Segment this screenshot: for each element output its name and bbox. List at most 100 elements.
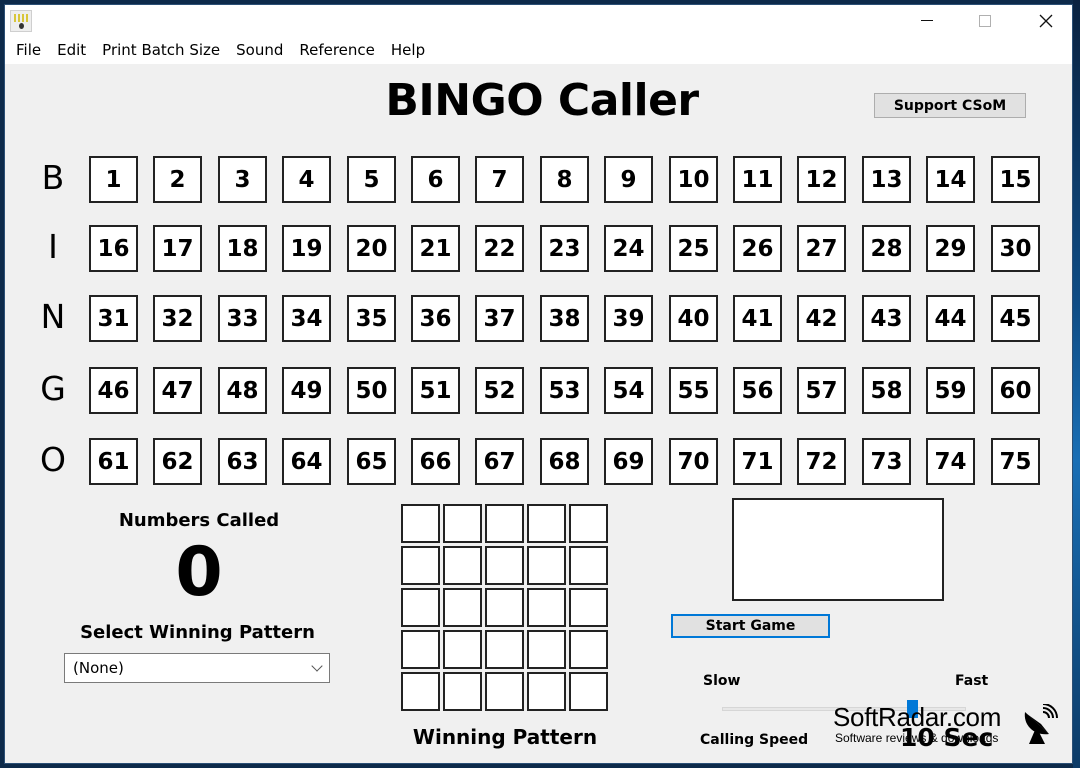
pattern-cell[interactable]	[485, 504, 524, 543]
pattern-cell[interactable]	[527, 546, 566, 585]
number-cell[interactable]: 60	[991, 367, 1040, 414]
number-cell[interactable]: 16	[89, 225, 138, 272]
number-cell[interactable]: 3	[218, 156, 267, 203]
number-cell[interactable]: 20	[347, 225, 396, 272]
pattern-cell[interactable]	[401, 588, 440, 627]
start-game-button[interactable]: Start Game	[671, 614, 830, 638]
support-button[interactable]: Support CSoM	[874, 93, 1026, 118]
number-cell[interactable]: 31	[89, 295, 138, 342]
number-cell[interactable]: 39	[604, 295, 653, 342]
number-cell[interactable]: 62	[153, 438, 202, 485]
number-cell[interactable]: 13	[862, 156, 911, 203]
number-cell[interactable]: 21	[411, 225, 460, 272]
number-cell[interactable]: 15	[991, 156, 1040, 203]
number-cell[interactable]: 14	[926, 156, 975, 203]
number-cell[interactable]: 42	[797, 295, 846, 342]
number-cell[interactable]: 32	[153, 295, 202, 342]
pattern-cell[interactable]	[527, 504, 566, 543]
menu-edit[interactable]: Edit	[49, 39, 94, 61]
number-cell[interactable]: 1	[89, 156, 138, 203]
number-cell[interactable]: 22	[475, 225, 524, 272]
number-cell[interactable]: 48	[218, 367, 267, 414]
pattern-cell[interactable]	[527, 630, 566, 669]
calling-speed-slider[interactable]	[722, 700, 966, 720]
number-cell[interactable]: 69	[604, 438, 653, 485]
number-cell[interactable]: 33	[218, 295, 267, 342]
number-cell[interactable]: 10	[669, 156, 718, 203]
minimize-button[interactable]	[904, 5, 950, 36]
number-cell[interactable]: 40	[669, 295, 718, 342]
slider-track[interactable]	[722, 707, 966, 711]
menu-print-batch-size[interactable]: Print Batch Size	[94, 39, 228, 61]
maximize-button[interactable]	[962, 5, 1008, 36]
number-cell[interactable]: 65	[347, 438, 396, 485]
number-cell[interactable]: 47	[153, 367, 202, 414]
pattern-cell[interactable]	[401, 630, 440, 669]
pattern-cell[interactable]	[401, 546, 440, 585]
number-cell[interactable]: 45	[991, 295, 1040, 342]
number-cell[interactable]: 51	[411, 367, 460, 414]
pattern-cell[interactable]	[569, 672, 608, 711]
number-cell[interactable]: 19	[282, 225, 331, 272]
pattern-cell[interactable]	[569, 546, 608, 585]
number-cell[interactable]: 12	[797, 156, 846, 203]
number-cell[interactable]: 71	[733, 438, 782, 485]
menu-reference[interactable]: Reference	[291, 39, 383, 61]
number-cell[interactable]: 18	[218, 225, 267, 272]
number-cell[interactable]: 28	[862, 225, 911, 272]
pattern-cell[interactable]	[443, 588, 482, 627]
pattern-cell[interactable]	[569, 630, 608, 669]
number-cell[interactable]: 55	[669, 367, 718, 414]
number-cell[interactable]: 68	[540, 438, 589, 485]
number-cell[interactable]: 23	[540, 225, 589, 272]
number-cell[interactable]: 4	[282, 156, 331, 203]
number-cell[interactable]: 50	[347, 367, 396, 414]
number-cell[interactable]: 24	[604, 225, 653, 272]
close-button[interactable]	[1023, 5, 1069, 36]
menu-file[interactable]: File	[8, 39, 49, 61]
pattern-cell[interactable]	[443, 504, 482, 543]
pattern-cell[interactable]	[527, 588, 566, 627]
number-cell[interactable]: 9	[604, 156, 653, 203]
number-cell[interactable]: 29	[926, 225, 975, 272]
pattern-cell[interactable]	[485, 630, 524, 669]
number-cell[interactable]: 53	[540, 367, 589, 414]
number-cell[interactable]: 66	[411, 438, 460, 485]
number-cell[interactable]: 44	[926, 295, 975, 342]
number-cell[interactable]: 72	[797, 438, 846, 485]
slider-thumb[interactable]	[907, 700, 919, 718]
number-cell[interactable]: 74	[926, 438, 975, 485]
number-cell[interactable]: 58	[862, 367, 911, 414]
number-cell[interactable]: 57	[797, 367, 846, 414]
pattern-cell[interactable]	[443, 630, 482, 669]
number-cell[interactable]: 8	[540, 156, 589, 203]
number-cell[interactable]: 64	[282, 438, 331, 485]
number-cell[interactable]: 5	[347, 156, 396, 203]
pattern-cell[interactable]	[485, 546, 524, 585]
number-cell[interactable]: 43	[862, 295, 911, 342]
number-cell[interactable]: 54	[604, 367, 653, 414]
number-cell[interactable]: 2	[153, 156, 202, 203]
number-cell[interactable]: 61	[89, 438, 138, 485]
pattern-cell[interactable]	[443, 672, 482, 711]
number-cell[interactable]: 70	[669, 438, 718, 485]
pattern-cell[interactable]	[485, 672, 524, 711]
pattern-cell[interactable]	[401, 504, 440, 543]
pattern-cell[interactable]	[569, 504, 608, 543]
number-cell[interactable]: 37	[475, 295, 524, 342]
number-cell[interactable]: 36	[411, 295, 460, 342]
pattern-cell[interactable]	[527, 672, 566, 711]
number-cell[interactable]: 46	[89, 367, 138, 414]
menu-help[interactable]: Help	[383, 39, 433, 61]
number-cell[interactable]: 63	[218, 438, 267, 485]
number-cell[interactable]: 6	[411, 156, 460, 203]
menu-sound[interactable]: Sound	[228, 39, 291, 61]
number-cell[interactable]: 34	[282, 295, 331, 342]
number-cell[interactable]: 59	[926, 367, 975, 414]
pattern-cell[interactable]	[485, 588, 524, 627]
winning-pattern-select[interactable]: (None)	[64, 653, 330, 683]
number-cell[interactable]: 25	[669, 225, 718, 272]
number-cell[interactable]: 75	[991, 438, 1040, 485]
number-cell[interactable]: 7	[475, 156, 524, 203]
number-cell[interactable]: 73	[862, 438, 911, 485]
